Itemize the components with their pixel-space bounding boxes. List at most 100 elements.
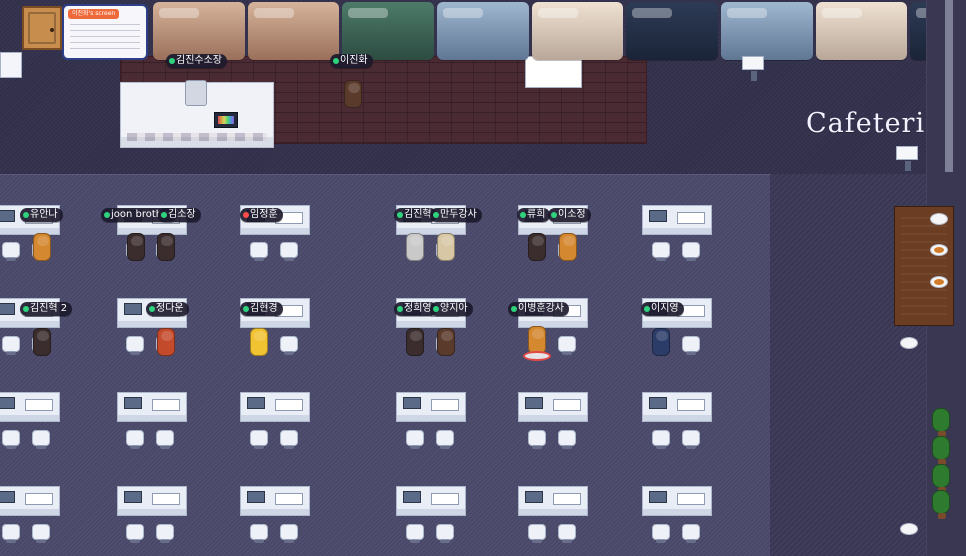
desk [396, 392, 466, 422]
shared-screen-title: 이진화's screen [68, 9, 120, 19]
chair [558, 336, 576, 355]
player-name-label: 류희 [517, 208, 551, 222]
player-name-label: 임정훈 [240, 208, 283, 222]
coffee-machine-icon [185, 80, 207, 106]
kiosk [0, 52, 22, 78]
chair [436, 430, 454, 449]
chair [558, 524, 576, 543]
video-tile[interactable] [342, 2, 434, 60]
player-name-label: 이진화 [330, 54, 373, 68]
player-avatar[interactable] [528, 233, 546, 261]
sign-icon [896, 146, 918, 171]
player-name: 이소정 [558, 209, 586, 220]
player-avatar[interactable] [127, 233, 145, 261]
desk [0, 392, 60, 422]
cafeteria-counter [894, 206, 954, 326]
gather-town-map: 이진화's screen Cafeteria 김진수소장 이진화 유안나 joo… [0, 0, 966, 556]
plate-icon [900, 523, 918, 535]
player-avatar[interactable] [157, 233, 175, 261]
player-avatar[interactable] [344, 80, 362, 108]
chair [652, 242, 670, 261]
chair [682, 242, 700, 261]
chair [528, 524, 546, 543]
food-icon [934, 247, 944, 253]
chair [406, 430, 424, 449]
shared-screen-panel[interactable]: 이진화's screen [62, 4, 148, 60]
video-tile[interactable] [626, 2, 718, 60]
chair [250, 430, 268, 449]
video-tile[interactable] [531, 2, 624, 60]
player-avatar[interactable] [406, 233, 424, 261]
desk [240, 392, 310, 422]
player-name: 김진수소장 [176, 55, 222, 66]
chair [652, 430, 670, 449]
chair [32, 524, 50, 543]
player-name: 유안나 [30, 209, 58, 220]
chair [156, 524, 174, 543]
player-avatar[interactable] [250, 328, 268, 356]
area-label: Cafeteria [806, 108, 943, 139]
plant-icon [932, 408, 950, 437]
video-tile[interactable] [436, 2, 529, 60]
chair [558, 430, 576, 449]
player-name-label: 이지영 [641, 302, 684, 316]
desk [518, 392, 588, 422]
chair [406, 524, 424, 543]
wall-frame [525, 56, 582, 88]
player-name-label: 김진수소장 [166, 54, 227, 68]
player-avatar[interactable] [652, 328, 670, 356]
player-name-label: 김소장 [158, 208, 201, 222]
player-avatar[interactable] [157, 328, 175, 356]
player-name-label: 이병훈강사 [508, 302, 569, 316]
player-name-label: 김진혁 2 [20, 302, 73, 316]
chair [280, 336, 298, 355]
plate-icon [900, 337, 918, 349]
desk [240, 486, 310, 516]
player-name-label: 만두강사 [430, 208, 482, 222]
desk [396, 486, 466, 516]
player-name: 김현경 [250, 303, 278, 314]
plate-icon [930, 213, 948, 225]
video-tile[interactable] [153, 2, 245, 60]
plant-icon [932, 464, 950, 493]
plant-icon [932, 436, 950, 465]
video-tile[interactable] [815, 2, 908, 60]
video-tile[interactable] [247, 2, 340, 60]
player-name: 정희영 [404, 303, 432, 314]
door-icon[interactable] [22, 6, 62, 50]
player-name: 임정훈 [250, 209, 278, 220]
player-name: 이병훈강사 [518, 303, 564, 314]
wall-strip [945, 0, 953, 172]
desk [117, 486, 187, 516]
player-name: 만두강사 [440, 209, 477, 220]
video-tile[interactable] [720, 2, 813, 60]
player-name-label: 정다운 [146, 302, 189, 316]
player-name: 이진화 [340, 55, 368, 66]
chair [32, 430, 50, 449]
player-avatar[interactable] [437, 233, 455, 261]
player-avatar[interactable] [406, 328, 424, 356]
chair [250, 242, 268, 261]
player-avatar[interactable] [559, 233, 577, 261]
chair [280, 524, 298, 543]
chair [652, 524, 670, 543]
chair [280, 430, 298, 449]
player-name: 이지영 [651, 303, 679, 314]
chair [682, 430, 700, 449]
player-avatar[interactable] [33, 233, 51, 261]
player-avatar[interactable] [33, 328, 51, 356]
desk [642, 205, 712, 235]
chair [280, 242, 298, 261]
video-strip [150, 2, 966, 60]
selected-player-avatar[interactable] [523, 326, 551, 361]
chair [2, 336, 20, 355]
player-name: 김진혁 [404, 209, 432, 220]
chair [436, 524, 454, 543]
chair [2, 524, 20, 543]
player-avatar[interactable] [437, 328, 455, 356]
chair [682, 336, 700, 355]
desk [117, 392, 187, 422]
chair [2, 242, 20, 261]
player-name: 류희 [527, 209, 546, 220]
player-name-label: 양지아 [430, 302, 473, 316]
